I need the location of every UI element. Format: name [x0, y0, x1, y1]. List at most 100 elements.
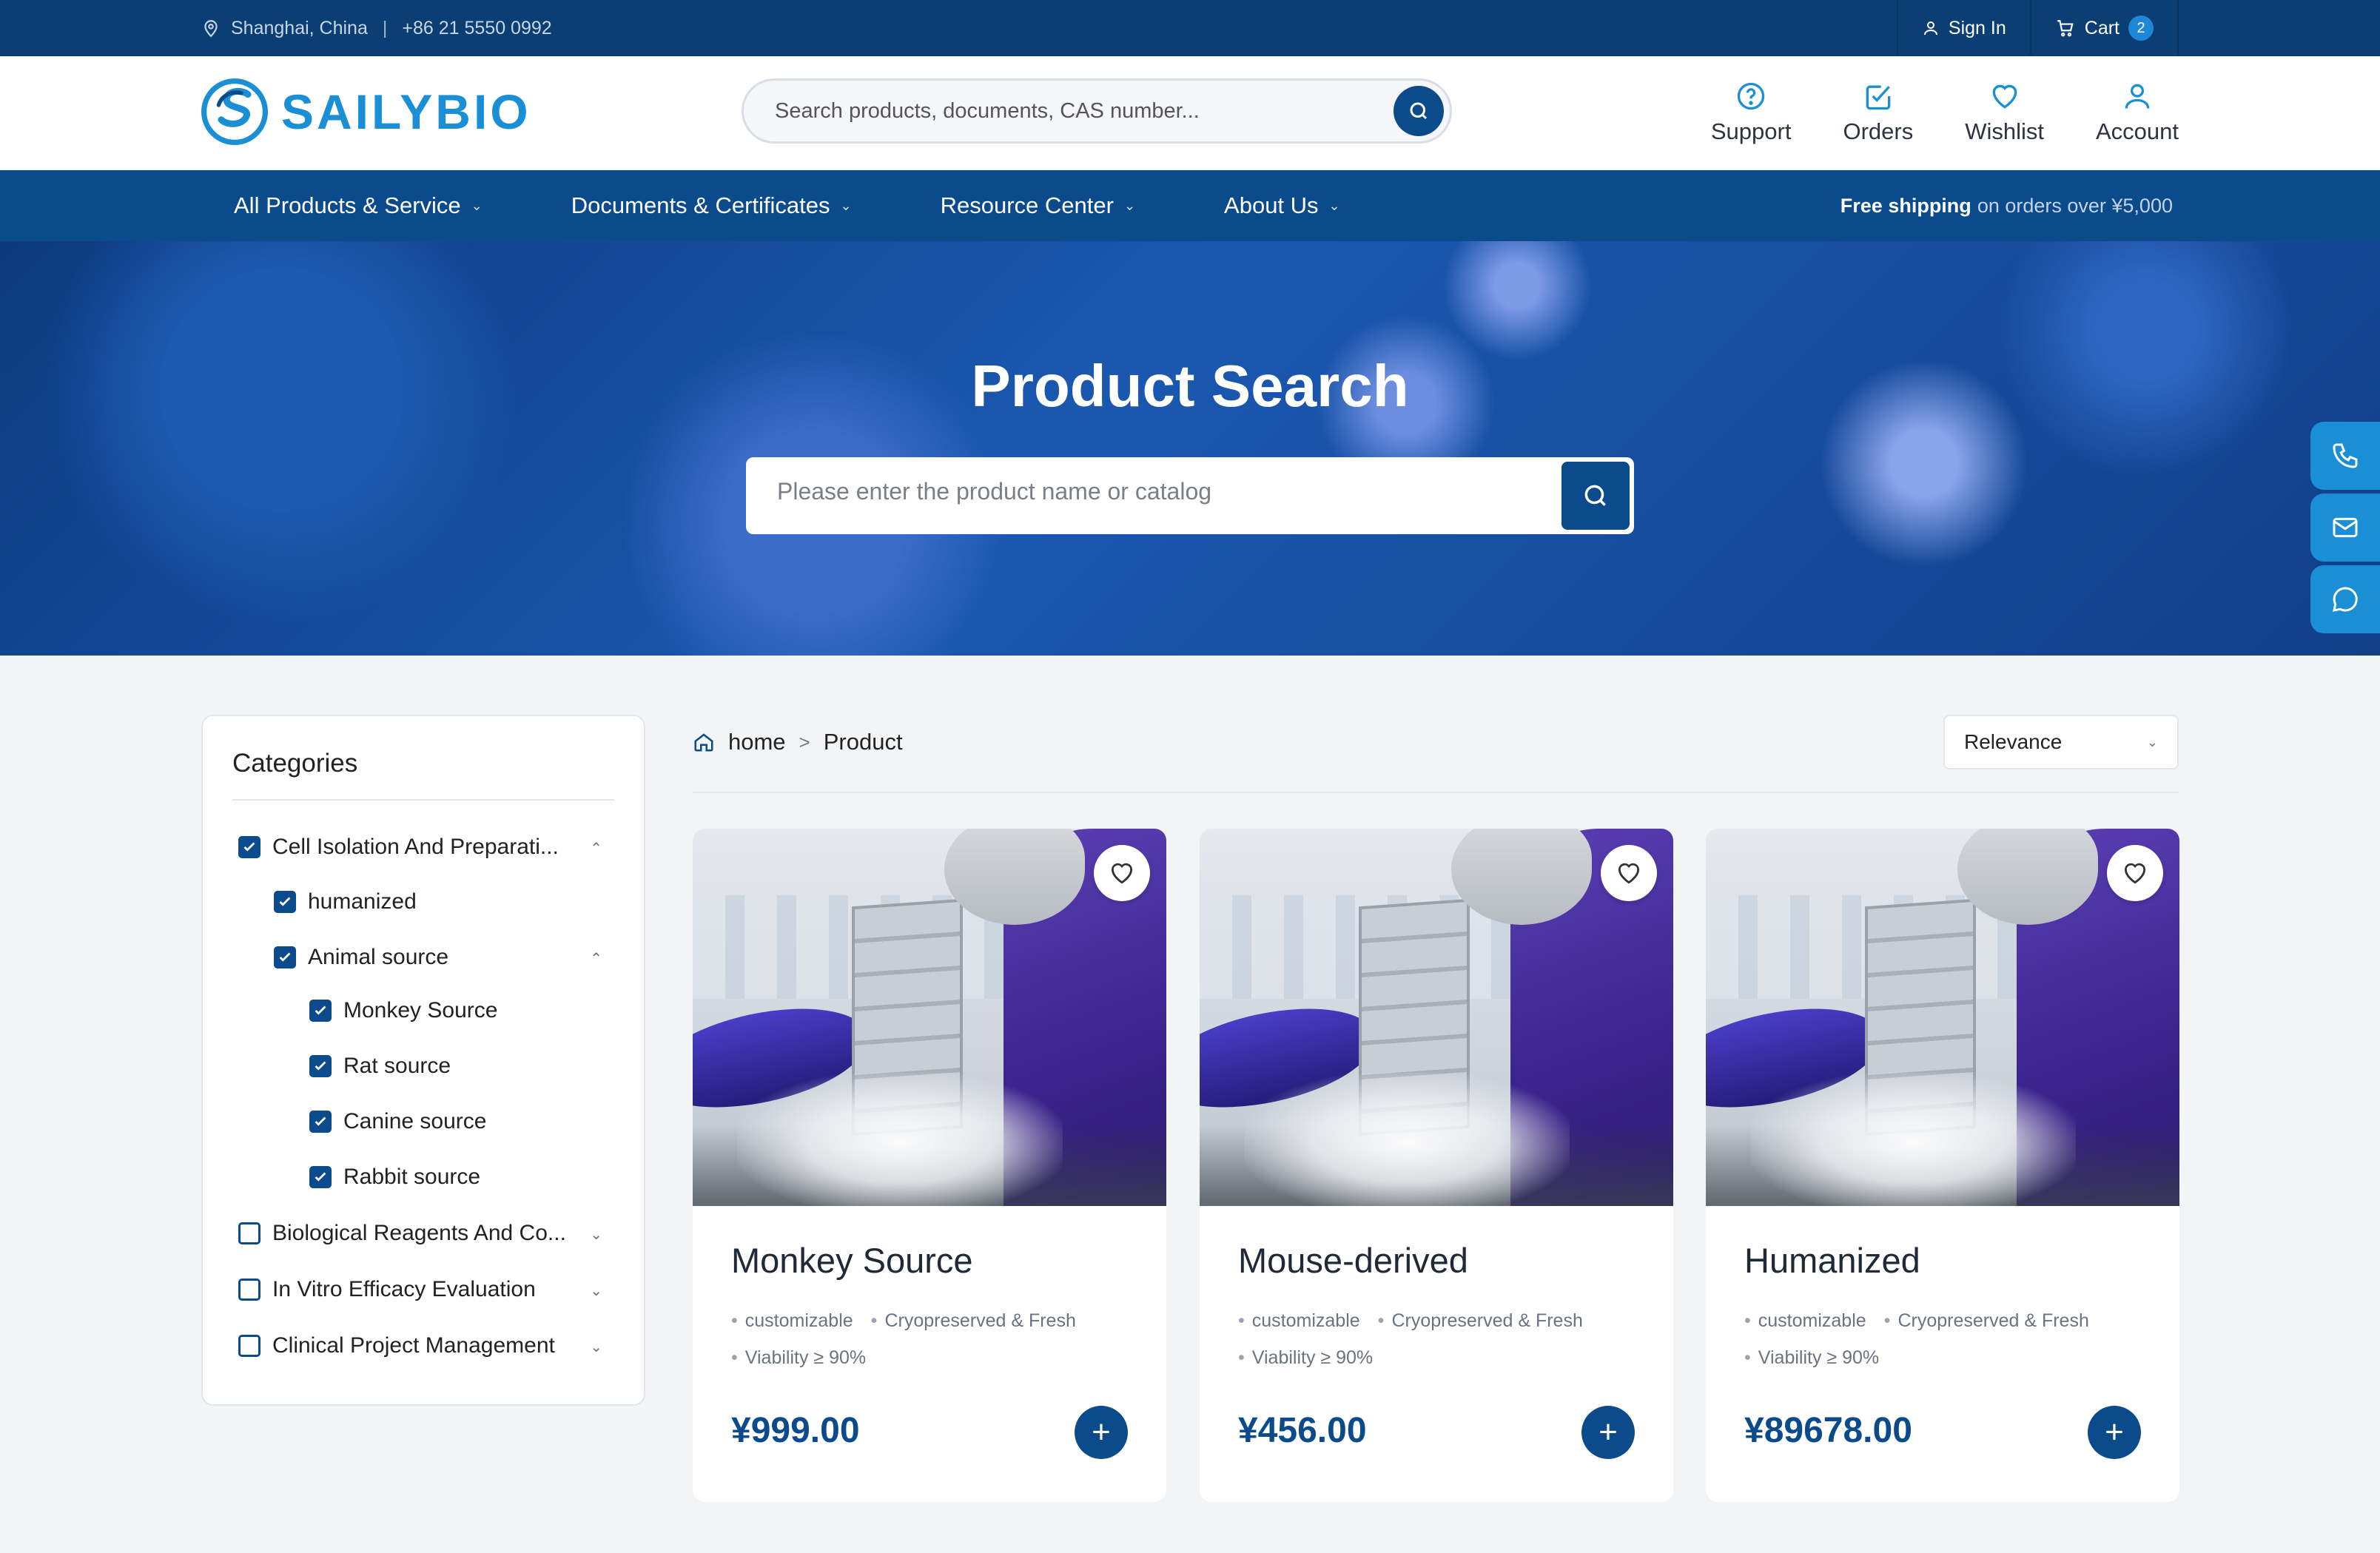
heart-icon — [2124, 863, 2146, 884]
checkbox-checked[interactable] — [309, 1055, 332, 1077]
hero-search-input[interactable] — [777, 478, 1517, 505]
chat-icon — [2333, 587, 2358, 612]
product-tag: customizable — [1744, 1302, 1866, 1339]
check-icon — [315, 1005, 326, 1015]
phone-icon — [2333, 443, 2358, 468]
top-bar: Shanghai, China | +86 21 5550 0992 Sign … — [0, 0, 2380, 56]
location-pin-icon — [204, 20, 218, 38]
nav-account-label: Account — [2095, 118, 2179, 144]
product-title[interactable]: Humanized — [1744, 1240, 1920, 1281]
sort-select[interactable]: Relevance ⌄ — [1943, 715, 2179, 769]
logo[interactable]: SAILYBIO — [201, 78, 531, 145]
product-card[interactable]: Humanized customizable Cryopreserved & Fr… — [1706, 829, 2179, 1502]
checkbox-checked[interactable] — [274, 891, 296, 913]
nav-orders-label: Orders — [1843, 118, 1914, 144]
menu-about-us-label: About Us — [1224, 192, 1319, 218]
float-chat-button[interactable] — [2310, 565, 2380, 633]
nav-orders[interactable]: Orders — [1843, 80, 1913, 145]
checkbox-unchecked[interactable] — [238, 1335, 260, 1357]
product-image — [1200, 829, 1673, 1206]
checkbox-checked[interactable] — [309, 1166, 332, 1188]
add-to-cart-button[interactable]: + — [1581, 1406, 1635, 1459]
checkbox-unchecked[interactable] — [238, 1222, 260, 1244]
plus-icon: + — [1092, 1414, 1111, 1450]
menu-about-us[interactable]: About Us ⌄ — [1224, 192, 1340, 219]
category-animal-source[interactable]: Animal source — [274, 945, 448, 970]
category-label: Monkey Source — [343, 998, 498, 1023]
chevron-down-icon[interactable]: ⌄ — [590, 1281, 602, 1300]
category-cell-isolation[interactable]: Cell Isolation And Preparati... — [238, 835, 559, 860]
float-mail-button[interactable] — [2310, 493, 2380, 562]
hero-search — [746, 457, 1634, 534]
breadcrumb-home[interactable]: home — [728, 729, 786, 755]
cart-link[interactable]: Cart 2 — [2029, 0, 2179, 56]
hero-title: Product Search — [971, 353, 1409, 419]
chevron-up-icon[interactable]: ⌃ — [590, 949, 602, 968]
menu-documents-label: Documents & Certificates — [571, 192, 830, 218]
menu-all-products[interactable]: All Products & Service ⌄ — [234, 192, 483, 219]
category-monkey-source[interactable]: Monkey Source — [309, 998, 497, 1023]
chevron-down-icon: ⌄ — [1123, 198, 1136, 213]
checkbox-checked[interactable] — [274, 946, 296, 968]
check-icon — [315, 1061, 326, 1071]
product-tag: Cryopreserved & Fresh — [1884, 1302, 2088, 1339]
product-tag: Cryopreserved & Fresh — [1378, 1302, 1582, 1339]
chevron-down-icon[interactable]: ⌄ — [590, 1225, 602, 1244]
checkbox-checked[interactable] — [309, 1000, 332, 1022]
checkbox-unchecked[interactable] — [238, 1279, 260, 1301]
categories-title: Categories — [232, 749, 358, 778]
chevron-up-icon[interactable]: ⌃ — [590, 839, 602, 858]
category-in-vitro[interactable]: In Vitro Efficacy Evaluation — [238, 1277, 536, 1302]
header-search-input[interactable] — [744, 98, 1380, 124]
header-nav: Support Orders Wishlist Account — [1711, 80, 2179, 145]
wishlist-button[interactable] — [1094, 845, 1150, 901]
checklist-icon — [1866, 85, 1891, 110]
product-card[interactable]: Monkey Source customizable Cryopreserved … — [693, 829, 1166, 1502]
product-tags: customizable Cryopreserved & FreshViabili… — [1238, 1302, 1653, 1376]
product-tag: customizable — [731, 1302, 853, 1339]
category-label: Rabbit source — [343, 1165, 481, 1189]
phone-text[interactable]: +86 21 5550 0992 — [402, 18, 551, 39]
category-humanized[interactable]: humanized — [274, 889, 417, 914]
wishlist-button[interactable] — [1601, 845, 1657, 901]
sign-in-link[interactable]: Sign In — [1896, 0, 2030, 56]
category-biological-reagents[interactable]: Biological Reagents And Co... — [238, 1221, 566, 1246]
checkbox-checked[interactable] — [309, 1111, 332, 1133]
chevron-down-icon: ⌄ — [840, 198, 852, 213]
checkbox-checked[interactable] — [238, 836, 260, 858]
category-label: humanized — [308, 889, 417, 914]
menu-documents[interactable]: Documents & Certificates ⌄ — [571, 192, 852, 219]
category-rat-source[interactable]: Rat source — [309, 1054, 451, 1079]
sign-in-label: Sign In — [1948, 17, 2006, 38]
wishlist-button[interactable] — [2107, 845, 2163, 901]
category-label: Clinical Project Management — [272, 1333, 555, 1358]
nav-wishlist[interactable]: Wishlist — [1965, 80, 2044, 145]
float-phone-button[interactable] — [2310, 422, 2380, 490]
product-image — [693, 829, 1166, 1206]
category-label: Animal source — [308, 945, 449, 969]
category-label: In Vitro Efficacy Evaluation — [272, 1277, 536, 1301]
logo-mark-icon — [201, 78, 268, 145]
check-icon — [279, 952, 291, 962]
user-icon — [1923, 21, 1937, 36]
nav-support[interactable]: Support — [1710, 80, 1792, 145]
chevron-down-icon[interactable]: ⌄ — [590, 1338, 602, 1356]
category-clinical-project[interactable]: Clinical Project Management — [238, 1333, 555, 1358]
info-separator: | — [382, 17, 388, 38]
nav-support-label: Support — [1710, 118, 1792, 144]
hero-search-button[interactable] — [1562, 462, 1630, 530]
categories-sidebar: Categories Cell Isolation And Preparati.… — [201, 715, 645, 1406]
menu-resource-center[interactable]: Resource Center ⌄ — [941, 192, 1135, 219]
header-search-button[interactable] — [1394, 86, 1444, 136]
product-title[interactable]: Mouse-derived — [1238, 1240, 1468, 1281]
category-canine-source[interactable]: Canine source — [309, 1109, 486, 1134]
check-icon — [243, 842, 255, 852]
category-rabbit-source[interactable]: Rabbit source — [309, 1165, 480, 1190]
product-title[interactable]: Monkey Source — [731, 1240, 973, 1281]
nav-account[interactable]: Account — [2096, 80, 2179, 145]
contact-info: Shanghai, China | +86 21 5550 0992 — [201, 0, 552, 56]
add-to-cart-button[interactable]: + — [2088, 1406, 2141, 1459]
location-text: Shanghai, China — [231, 17, 368, 38]
add-to-cart-button[interactable]: + — [1075, 1406, 1128, 1459]
product-card[interactable]: Mouse-derived customizable Cryopreserved … — [1200, 829, 1673, 1502]
